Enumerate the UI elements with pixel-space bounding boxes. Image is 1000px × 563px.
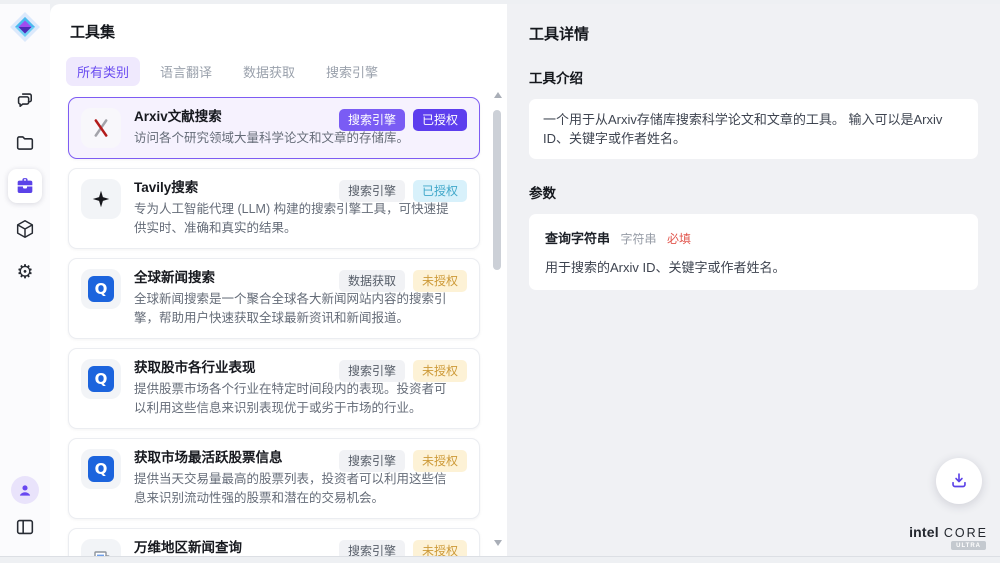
auth-status-badge: 已授权 bbox=[413, 180, 467, 202]
tool-description: 访问各个研究领域大量科学论文和文章的存储库。 bbox=[134, 129, 409, 148]
param-card: 查询字符串 字符串 必填 用于搜索的Arxiv ID、关键字或作者姓名。 bbox=[529, 214, 978, 290]
intro-heading: 工具介绍 bbox=[529, 67, 978, 87]
tool-description: 提供当天交易量最高的股票列表，投资者可以利用这些信息来识别流动性强的股票和潜在的… bbox=[134, 470, 452, 508]
category-badge: 数据获取 bbox=[339, 270, 405, 292]
juhe-logo-icon: Q bbox=[81, 359, 121, 399]
category-badge: 搜索引擎 bbox=[339, 109, 405, 131]
intel-core-logo: intelCORE ULTRA bbox=[909, 524, 988, 542]
juhe-glyph: Q bbox=[88, 456, 114, 482]
juhe-glyph: Q bbox=[88, 276, 114, 302]
auth-status-badge: 已授权 bbox=[413, 109, 467, 131]
detail-title: 工具详情 bbox=[529, 23, 978, 44]
intro-card: 一个用于从Arxiv存储库搜索科学论文和文章的工具。 输入可以是Arxiv ID… bbox=[529, 99, 978, 159]
user-avatar[interactable] bbox=[11, 476, 39, 504]
tool-card-sector-performance[interactable]: Q 获取股市各行业表现 提供股票市场各个行业在特定时间段内的表现。投资者可以利用… bbox=[68, 348, 480, 429]
param-header: 查询字符串 字符串 必填 bbox=[545, 228, 962, 248]
chat-icon[interactable] bbox=[8, 83, 42, 117]
tool-description: 提供股票市场各个行业在特定时间段内的表现。投资者可以利用这些信息来识别表现优于或… bbox=[134, 380, 452, 418]
category-badge: 搜索引擎 bbox=[339, 180, 405, 202]
brand-diamond-logo bbox=[9, 11, 41, 43]
param-required-label: 必填 bbox=[667, 232, 691, 246]
category-badge: 搜索引擎 bbox=[339, 360, 405, 382]
param-name: 查询字符串 bbox=[545, 231, 610, 246]
category-tabs: 所有类别 语言翻译 数据获取 搜索引擎 bbox=[66, 57, 507, 86]
tool-card-arxiv[interactable]: Arxiv文献搜索 访问各个研究领域大量科学论文和文章的存储库。 搜索引擎 已授… bbox=[68, 97, 480, 159]
auth-status-badge: 未授权 bbox=[413, 270, 467, 292]
params-heading: 参数 bbox=[529, 182, 978, 202]
auth-status-badge: 未授权 bbox=[413, 450, 467, 472]
tool-description: 专为人工智能代理 (LLM) 构建的搜索引擎工具，可快速提供实时、准确和真实的结… bbox=[134, 200, 452, 238]
toolset-panel: 工具集 所有类别 语言翻译 数据获取 搜索引擎 Arxiv文献搜索 访问各个研究… bbox=[50, 4, 507, 556]
scrollbar-up-arrow[interactable] bbox=[494, 92, 502, 98]
tab-all-categories[interactable]: 所有类别 bbox=[66, 57, 140, 86]
scrollbar-down-arrow[interactable] bbox=[494, 540, 502, 546]
tab-search-engine[interactable]: 搜索引擎 bbox=[315, 57, 389, 86]
auth-status-badge: 未授权 bbox=[413, 360, 467, 382]
auth-status-badge: 未授权 bbox=[413, 540, 467, 556]
ultra-badge: ULTRA bbox=[951, 541, 986, 550]
tool-card-global-news[interactable]: Q 全球新闻搜索 全球新闻搜索是一个聚合全球各大新闻网站内容的搜索引擎，帮助用户… bbox=[68, 258, 480, 339]
toolset-title: 工具集 bbox=[50, 4, 507, 42]
core-wordmark: CORE bbox=[944, 526, 988, 540]
juhe-logo-icon: Q bbox=[81, 269, 121, 309]
tool-card-tavily[interactable]: Tavily搜索 专为人工智能代理 (LLM) 构建的搜索引擎工具，可快速提供实… bbox=[68, 168, 480, 249]
newspaper-icon bbox=[81, 539, 121, 556]
tab-language-translation[interactable]: 语言翻译 bbox=[149, 57, 223, 86]
tavily-logo-icon bbox=[81, 179, 121, 219]
toolbox-icon[interactable] bbox=[8, 169, 42, 203]
param-type: 字符串 bbox=[620, 232, 656, 246]
arxiv-logo-icon bbox=[81, 108, 121, 148]
param-description: 用于搜索的Arxiv ID、关键字或作者姓名。 bbox=[545, 257, 962, 276]
tool-description: 全球新闻搜索是一个聚合全球各大新闻网站内容的搜索引擎，帮助用户快速获取全球最新资… bbox=[134, 290, 452, 328]
tool-badges: 搜索引擎 已授权 bbox=[339, 109, 467, 131]
category-badge: 搜索引擎 bbox=[339, 540, 405, 556]
tool-card-regional-news[interactable]: 万维地区新闻查询 查询具体行政区划内的新闻，快速了解各地新闻动态。 搜索引擎 未… bbox=[68, 528, 480, 556]
tab-data-acquisition[interactable]: 数据获取 bbox=[232, 57, 306, 86]
panel-toggle-icon[interactable] bbox=[8, 510, 42, 544]
tool-card-most-active-stocks[interactable]: Q 获取市场最活跃股票信息 提供当天交易量最高的股票列表，投资者可以利用这些信息… bbox=[68, 438, 480, 519]
window-bottom-divider bbox=[0, 556, 1000, 557]
juhe-logo-icon: Q bbox=[81, 449, 121, 489]
tool-badges: 数据获取 未授权 bbox=[339, 270, 467, 292]
tool-badges: 搜索引擎 未授权 bbox=[339, 360, 467, 382]
tool-badges: 搜索引擎 未授权 bbox=[339, 540, 467, 556]
tool-badges: 搜索引擎 未授权 bbox=[339, 450, 467, 472]
gear-glyph: ⚙ bbox=[16, 263, 33, 282]
juhe-glyph: Q bbox=[88, 366, 114, 392]
app-sidebar: ⚙ bbox=[0, 4, 50, 556]
gear-icon[interactable]: ⚙ bbox=[8, 255, 42, 289]
scrollbar-thumb[interactable] bbox=[493, 110, 501, 270]
list-scrollbar bbox=[492, 90, 504, 548]
download-button[interactable] bbox=[936, 458, 982, 504]
tool-badges: 搜索引擎 已授权 bbox=[339, 180, 467, 202]
cube-icon[interactable] bbox=[8, 212, 42, 246]
folder-icon[interactable] bbox=[8, 126, 42, 160]
intel-wordmark: intel bbox=[909, 524, 939, 540]
tool-detail-panel: 工具详情 工具介绍 一个用于从Arxiv存储库搜索科学论文和文章的工具。 输入可… bbox=[507, 4, 1000, 556]
category-badge: 搜索引擎 bbox=[339, 450, 405, 472]
tool-card-list: Arxiv文献搜索 访问各个研究领域大量科学论文和文章的存储库。 搜索引擎 已授… bbox=[68, 97, 480, 556]
